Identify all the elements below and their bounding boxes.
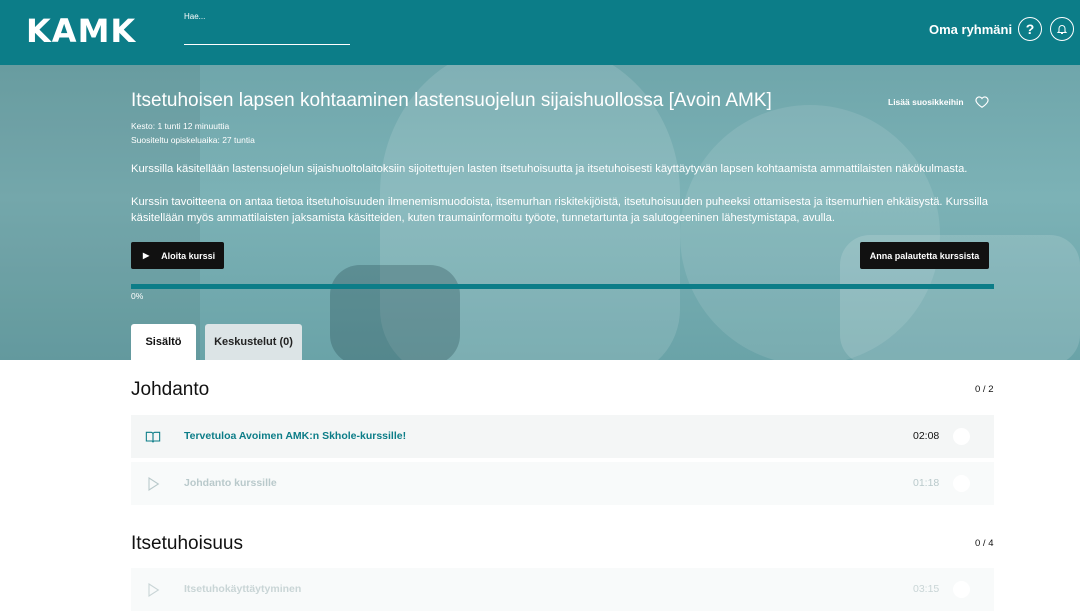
tab-discussions-label: Keskustelut (0) bbox=[214, 336, 293, 348]
section-title: Itsetuhoisuus bbox=[131, 533, 243, 554]
tab-content-label: Sisältö bbox=[145, 336, 182, 348]
course-title: Itsetuhoisen lapsen kohtaaminen lastensu… bbox=[131, 90, 772, 111]
start-course-label: Aloita kurssi bbox=[161, 250, 216, 261]
lesson-completion-indicator bbox=[953, 581, 970, 598]
play-icon bbox=[148, 583, 160, 597]
top-bar: KAMK Hae... Oma ryhmäni ? bbox=[0, 0, 1080, 65]
lesson-completion-indicator bbox=[953, 428, 970, 445]
lesson-duration: 02:08 bbox=[913, 430, 940, 442]
bell-icon bbox=[1056, 25, 1068, 34]
search-label: Hae... bbox=[184, 12, 206, 21]
lesson-title: Johdanto kurssille bbox=[184, 477, 277, 489]
course-duration: Kesto: 1 tunti 12 minuuttia bbox=[131, 121, 230, 131]
lesson-title: Itsetuhokäyttäytyminen bbox=[184, 583, 302, 595]
tab-content[interactable]: Sisältö bbox=[131, 324, 196, 360]
play-icon bbox=[148, 477, 160, 491]
lesson-completion-indicator bbox=[953, 475, 970, 492]
section-progress-count: 0 / 2 bbox=[975, 384, 994, 395]
section-title: Johdanto bbox=[131, 379, 210, 400]
lesson-row[interactable]: Tervetuloa Avoimen AMK:n Skhole-kurssill… bbox=[131, 415, 994, 458]
tab-discussions[interactable]: Keskustelut (0) bbox=[205, 324, 302, 360]
play-icon: ▶ bbox=[143, 251, 150, 260]
heart-icon[interactable] bbox=[975, 95, 989, 109]
lesson-row[interactable]: Johdanto kurssille 01:18 bbox=[131, 462, 994, 505]
section-progress-count: 0 / 4 bbox=[975, 538, 994, 549]
kamk-logo[interactable]: KAMK bbox=[26, 13, 136, 49]
course-progress-label: 0% bbox=[131, 291, 144, 301]
book-icon bbox=[145, 431, 161, 443]
help-icon: ? bbox=[1025, 21, 1035, 37]
my-group-link[interactable]: Oma ryhmäni bbox=[929, 22, 1012, 37]
lesson-duration: 03:15 bbox=[913, 583, 940, 595]
course-description-1: Kurssilla käsitellään lastensuojelun sij… bbox=[131, 163, 968, 175]
help-button[interactable]: ? bbox=[1018, 17, 1042, 41]
course-recommended-time: Suositeltu opiskeluaika: 27 tuntia bbox=[131, 135, 255, 145]
course-progress-bar bbox=[131, 284, 994, 289]
notifications-button[interactable] bbox=[1050, 17, 1074, 41]
add-to-favorites-label[interactable]: Lisää suosikkeihin bbox=[888, 97, 964, 107]
hero-image-shadow bbox=[330, 265, 460, 360]
lesson-title: Tervetuloa Avoimen AMK:n Skhole-kurssill… bbox=[184, 430, 407, 442]
course-description-2: Kurssin tavoitteena on antaa tietoa itse… bbox=[131, 196, 988, 224]
search-input[interactable] bbox=[184, 28, 350, 45]
start-course-button[interactable]: ▶ Aloita kurssi bbox=[131, 242, 224, 269]
give-feedback-label: Anna palautetta kurssista bbox=[869, 250, 980, 261]
lesson-row[interactable]: Itsetuhokäyttäytyminen 03:15 bbox=[131, 568, 994, 611]
lesson-duration: 01:18 bbox=[913, 477, 940, 489]
give-feedback-button[interactable]: Anna palautetta kurssista bbox=[860, 242, 989, 269]
